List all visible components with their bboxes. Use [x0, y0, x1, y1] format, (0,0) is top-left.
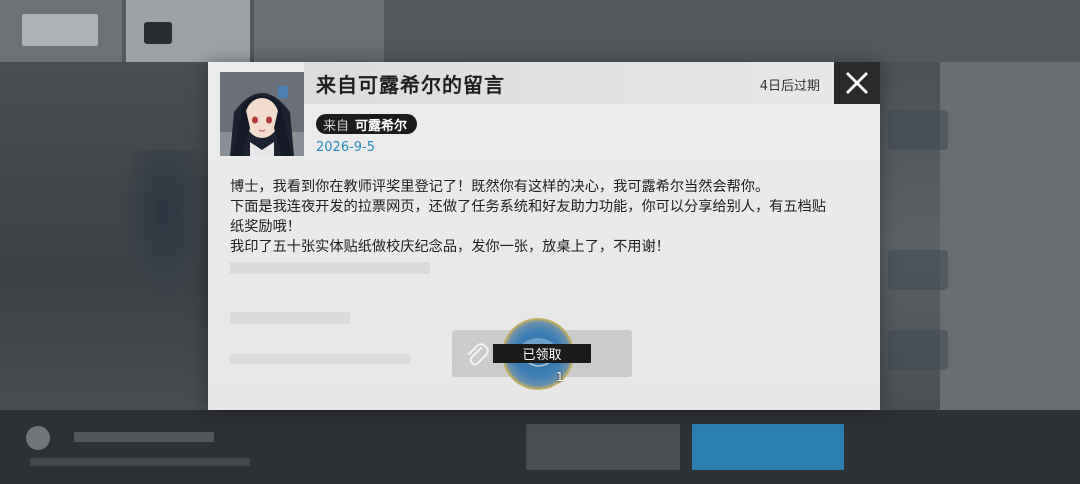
item-count: 1 — [556, 370, 564, 384]
mail-title: 来自可露希尔的留言 — [316, 73, 505, 97]
mail-body: 博士，我看到你在教师评奖里登记了！既然你有这样的决心，我可露希尔当然会帮你。 下… — [230, 177, 840, 257]
avatar-portrait-icon — [220, 72, 304, 156]
expiry-label: 4日后过期 — [759, 79, 820, 94]
bg-text-line — [30, 458, 250, 466]
ghost-line — [230, 354, 410, 364]
bg-list-item — [888, 250, 948, 290]
close-button[interactable] — [834, 62, 880, 104]
mail-date: 2026-9-5 — [316, 140, 376, 155]
bg-text-line — [74, 432, 214, 442]
bg-avatar — [26, 426, 50, 450]
bg-character-figure — [120, 150, 210, 310]
bg-list-item — [888, 110, 948, 150]
mail-body-paragraph: 我印了五十张实体贴纸做校庆纪念品，发你一张，放桌上了，不用谢！ — [230, 239, 670, 255]
received-status-label: 已领取 — [493, 344, 591, 363]
mail-body-paragraph: 下面是我连夜开发的拉票网页，还做了任务系统和好友助力功能，你可以分享给别人，有五… — [230, 199, 826, 235]
paperclip-icon — [468, 343, 489, 366]
bg-button-grey — [526, 424, 680, 470]
sender-badge: 来自 可露希尔 — [316, 114, 418, 134]
bg-list-item — [888, 330, 948, 370]
bg-mail-icon — [144, 22, 172, 44]
mail-body-paragraph: 博士，我看到你在教师评奖里登记了！既然你有这样的决心，我可露希尔当然会帮你。 — [230, 179, 770, 195]
sender-prefix: 来自 — [323, 118, 350, 134]
ghost-line — [230, 262, 430, 274]
bg-right-list — [940, 62, 1080, 422]
sender-name: 可露希尔 — [355, 118, 408, 134]
ghost-line — [230, 312, 350, 324]
sender-avatar — [220, 72, 304, 156]
bg-search-box — [22, 14, 98, 46]
title-bar: 来自可露希尔的留言 4日后过期 — [304, 62, 880, 104]
close-icon — [846, 72, 868, 94]
bg-tab — [254, 0, 384, 62]
bg-button-blue — [692, 424, 844, 470]
